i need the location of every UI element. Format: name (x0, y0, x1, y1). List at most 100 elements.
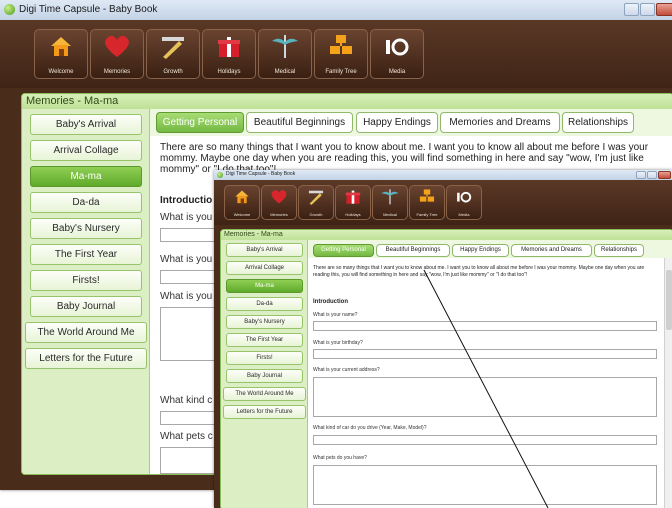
window-title: Digi Time Capsule - Baby Book (19, 4, 158, 15)
inset-growth-button[interactable]: Growth (298, 185, 334, 220)
inset-family-tree-label: Family Tree (416, 212, 438, 217)
sidebar-item-firsts[interactable]: Firsts! (30, 270, 142, 291)
inset-sidebar-item-the-world-around-me[interactable]: The World Around Me (223, 387, 306, 401)
car-field[interactable] (160, 411, 216, 425)
inset-sidebar-item-da-da[interactable]: Da-da (226, 297, 303, 311)
maximize-button[interactable] (640, 3, 655, 16)
question-address-label: What is you (160, 291, 213, 302)
inset-family-tree-button[interactable]: Family Tree (409, 185, 445, 220)
inset-window: Digi Time Capsule - Baby Book Welcome Me… (214, 170, 672, 508)
inset-media-label: Media (458, 212, 470, 217)
inset-minimize-button[interactable] (636, 171, 646, 179)
family-tree-button[interactable]: Family Tree (314, 29, 368, 79)
sidebar-item-arrival-collage[interactable]: Arrival Collage (30, 140, 142, 161)
inset-sidebar-item-firsts[interactable]: Firsts! (226, 351, 303, 365)
tab-beautiful-beginnings[interactable]: Beautiful Beginnings (246, 112, 353, 133)
inset-medical-label: Medical (383, 212, 397, 217)
inset-memories-panel: Memories - Ma-ma Baby's Arrival Arrival … (220, 229, 672, 508)
inset-sidebar-item-letters-for-the-future[interactable]: Letters for the Future (223, 405, 306, 419)
inset-scrollbar-thumb[interactable] (666, 270, 672, 330)
inset-sidebar-item-babys-nursery[interactable]: Baby's Nursery (226, 315, 303, 329)
memories-label: Memories (103, 69, 131, 75)
heart-icon (271, 190, 287, 204)
inset-tab-happy-endings[interactable]: Happy Endings (452, 244, 509, 257)
inset-medical-button[interactable]: Medical (372, 185, 408, 220)
camera-icon (386, 38, 409, 56)
inset-memories-button[interactable]: Memories (261, 185, 297, 220)
memories-button[interactable]: Memories (90, 29, 144, 79)
window-controls (624, 3, 672, 16)
family-tree-label: Family Tree (325, 69, 357, 75)
sidebar-item-babys-nursery[interactable]: Baby's Nursery (30, 218, 142, 239)
sidebar-item-ma-ma[interactable]: Ma-ma (30, 166, 142, 187)
inset-tab-relationships[interactable]: Relationships (594, 244, 644, 257)
growth-button[interactable]: Growth (146, 29, 200, 79)
caduceus-icon (381, 189, 399, 205)
inset-holidays-button[interactable]: Holidays (335, 185, 371, 220)
tab-memories-and-dreams[interactable]: Memories and Dreams (440, 112, 560, 133)
inset-tab-beautiful-beginnings[interactable]: Beautiful Beginnings (376, 244, 450, 257)
inset-holidays-label: Holidays (345, 212, 361, 217)
close-button[interactable] (656, 3, 672, 16)
inset-content-area: Getting Personal Beautiful Beginnings Ha… (308, 240, 672, 508)
sidebar-item-the-world-around-me[interactable]: The World Around Me (25, 322, 147, 343)
holidays-button[interactable]: Holidays (202, 29, 256, 79)
inset-tab-memories-and-dreams[interactable]: Memories and Dreams (511, 244, 592, 257)
sidebar-item-da-da[interactable]: Da-da (30, 192, 142, 213)
sidebar-item-babys-arrival[interactable]: Baby's Arrival (30, 114, 142, 135)
inset-scrollbar[interactable] (664, 258, 672, 508)
inset-media-button[interactable]: Media (446, 185, 482, 220)
question-name-label: What is you (160, 212, 213, 223)
sidebar-item-baby-journal[interactable]: Baby Journal (30, 296, 142, 317)
caduceus-icon (272, 35, 298, 58)
inset-sidebar-item-arrival-collage[interactable]: Arrival Collage (226, 261, 303, 275)
inset-welcome-button[interactable]: Welcome (224, 185, 260, 220)
media-label: Media (388, 69, 406, 75)
inset-pets-field[interactable] (313, 465, 657, 505)
inset-tab-getting-personal[interactable]: Getting Personal (313, 244, 374, 257)
tab-strip: Getting Personal Beautiful Beginnings Ha… (150, 109, 672, 136)
inset-title-bar[interactable]: Digi Time Capsule - Baby Book (214, 170, 672, 180)
inset-close-button[interactable] (658, 171, 671, 179)
inset-name-field[interactable] (313, 321, 657, 331)
inset-sidebar: Baby's Arrival Arrival Collage Ma-ma Da-… (221, 240, 308, 508)
question-birthday-label: What is you (160, 254, 213, 265)
pets-field[interactable] (160, 447, 216, 474)
inset-window-title: Digi Time Capsule - Baby Book (226, 171, 296, 177)
house-icon (235, 190, 249, 204)
inset-growth-label: Growth (309, 212, 323, 217)
question-pets-label: What pets c (160, 431, 213, 442)
sidebar: Baby's Arrival Arrival Collage Ma-ma Da-… (22, 109, 150, 474)
inset-maximize-button[interactable] (647, 171, 657, 179)
tab-relationships[interactable]: Relationships (562, 112, 634, 133)
name-field[interactable] (160, 228, 216, 242)
gift-icon (218, 37, 240, 57)
media-button[interactable]: Media (370, 29, 424, 79)
inset-birthday-field[interactable] (313, 349, 657, 359)
inset-app-icon (217, 172, 223, 178)
birthday-field[interactable] (160, 270, 216, 284)
section-introduction: Introductio (160, 195, 213, 206)
inset-car-field[interactable] (313, 435, 657, 445)
inset-address-field[interactable] (313, 377, 657, 417)
address-field[interactable] (160, 307, 216, 361)
holidays-label: Holidays (217, 69, 241, 75)
inset-sidebar-item-babys-arrival[interactable]: Baby's Arrival (226, 243, 303, 257)
inset-panel-title: Memories - Ma-ma (221, 230, 672, 240)
inset-sidebar-item-the-first-year[interactable]: The First Year (226, 333, 303, 347)
inset-sidebar-item-ma-ma[interactable]: Ma-ma (226, 279, 303, 293)
sidebar-item-the-first-year[interactable]: The First Year (30, 244, 142, 265)
boxes-icon (330, 35, 352, 54)
inset-section-introduction: Introduction (313, 299, 348, 305)
tab-happy-endings[interactable]: Happy Endings (356, 112, 438, 133)
medical-label: Medical (274, 69, 296, 75)
title-bar[interactable]: Digi Time Capsule - Baby Book (0, 0, 672, 20)
sidebar-item-letters-for-the-future[interactable]: Letters for the Future (25, 348, 147, 369)
panel-title: Memories - Ma-ma (22, 94, 672, 109)
inset-sidebar-item-baby-journal[interactable]: Baby Journal (226, 369, 303, 383)
tab-getting-personal[interactable]: Getting Personal (156, 112, 244, 133)
minimize-button[interactable] (624, 3, 639, 16)
inset-tab-strip: Getting Personal Beautiful Beginnings Ha… (308, 240, 672, 258)
medical-button[interactable]: Medical (258, 29, 312, 79)
welcome-button[interactable]: Welcome (34, 29, 88, 79)
